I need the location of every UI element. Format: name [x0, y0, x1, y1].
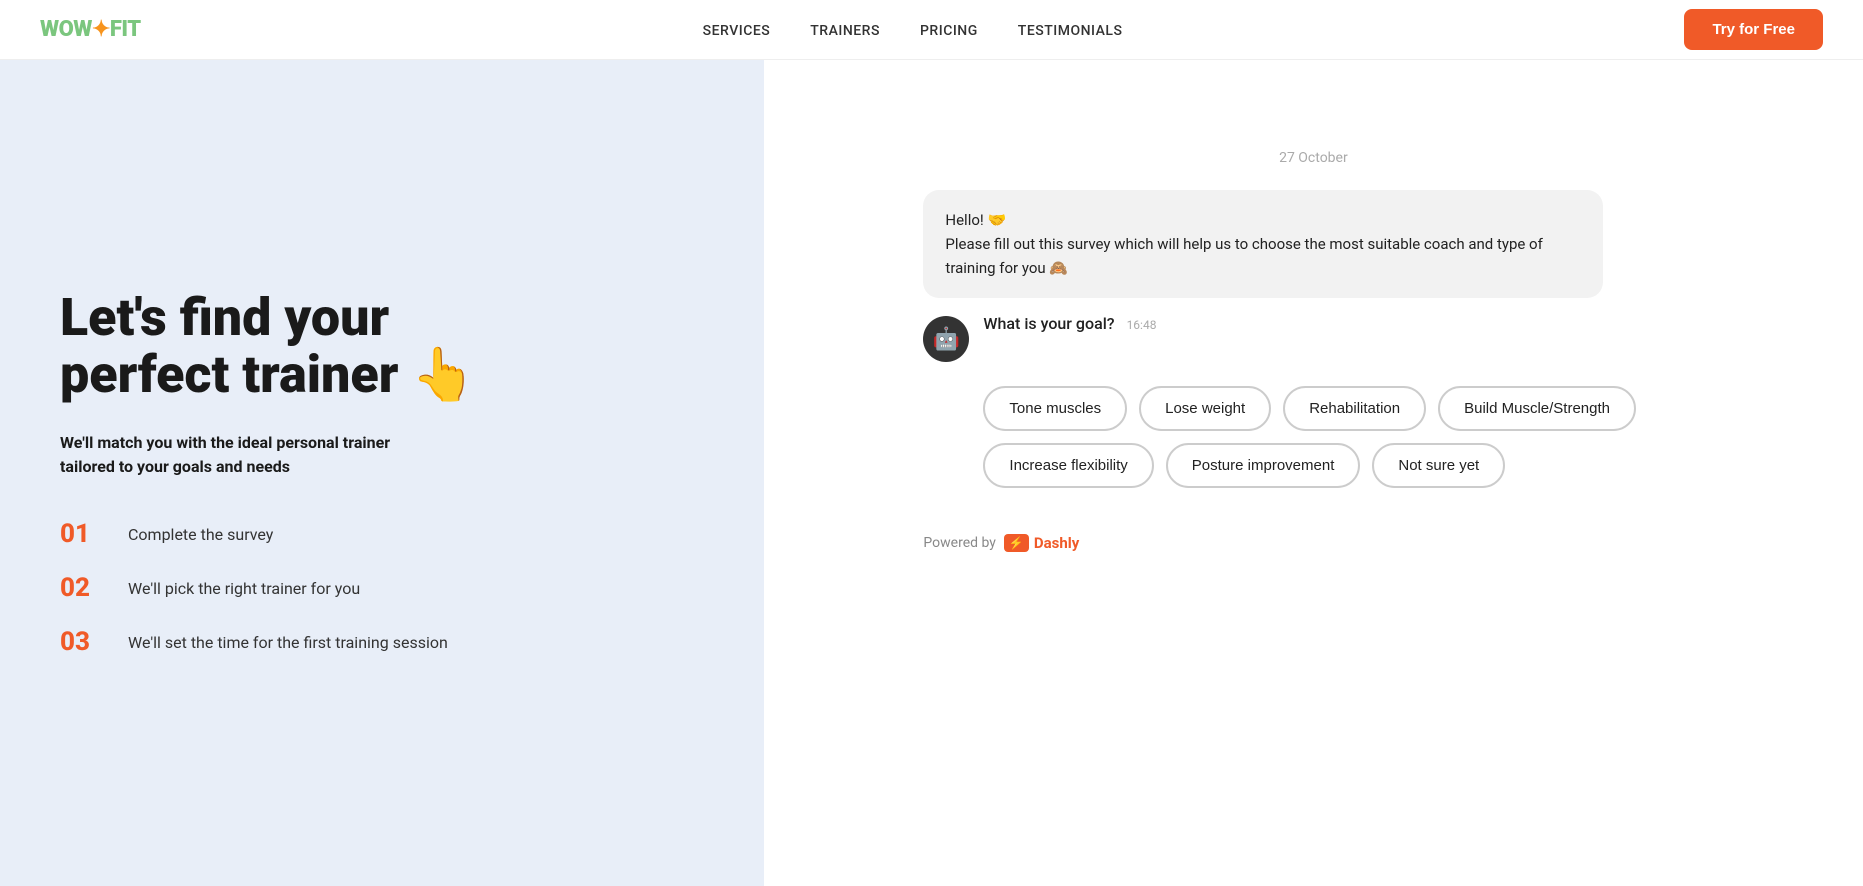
steps-list: 01 Complete the survey 02 We'll pick the…	[60, 519, 704, 657]
step-1: 01 Complete the survey	[60, 519, 704, 549]
nav-trainers[interactable]: TRAINERS	[810, 23, 880, 39]
step-num-1: 01	[60, 519, 108, 549]
hero-subtitle: We'll match you with the ideal personal …	[60, 431, 440, 479]
nav-links: SERVICES TRAINERS PRICING TESTIMONIALS	[703, 20, 1123, 39]
hero-title: Let's find your perfect trainer 👆	[60, 289, 704, 403]
nav-pricing[interactable]: PRICING	[920, 23, 978, 39]
dashly-logo: ⚡ Dashly	[1004, 534, 1079, 552]
step-num-2: 02	[60, 573, 108, 603]
powered-by: Powered by ⚡ Dashly	[923, 534, 1703, 552]
bot-avatar: 🤖	[923, 316, 969, 362]
main-layout: Let's find your perfect trainer 👆 We'll …	[0, 60, 1863, 886]
option-not-sure[interactable]: Not sure yet	[1372, 443, 1505, 488]
question-wrap: What is your goal? 16:48	[983, 314, 1156, 333]
dashly-name: Dashly	[1034, 534, 1079, 552]
chat-question: What is your goal?	[983, 314, 1114, 333]
chat-container: 27 October Hello! 🤝 Please fill out this…	[923, 90, 1703, 552]
bot-question-row: 🤖 What is your goal? 16:48	[923, 314, 1703, 362]
option-lose-weight[interactable]: Lose weight	[1139, 386, 1271, 431]
option-rehabilitation[interactable]: Rehabilitation	[1283, 386, 1426, 431]
logo: WOW✦FIT	[40, 17, 141, 42]
dashly-icon: ⚡	[1004, 534, 1029, 552]
step-3: 03 We'll set the time for the first trai…	[60, 627, 704, 657]
step-text-1: Complete the survey	[128, 525, 273, 544]
logo-wow: WOW	[40, 17, 92, 42]
step-text-2: We'll pick the right trainer for you	[128, 579, 360, 598]
welcome-bubble: Hello! 🤝 Please fill out this survey whi…	[923, 190, 1603, 298]
step-num-3: 03	[60, 627, 108, 657]
option-increase-flexibility[interactable]: Increase flexibility	[983, 443, 1153, 488]
try-free-button[interactable]: Try for Free	[1684, 9, 1823, 50]
left-panel: Let's find your perfect trainer 👆 We'll …	[0, 60, 764, 886]
goal-options: Tone muscles Lose weight Rehabilitation …	[923, 378, 1703, 488]
right-panel: 27 October Hello! 🤝 Please fill out this…	[764, 60, 1863, 886]
chat-date: 27 October	[923, 150, 1703, 166]
navbar: WOW✦FIT SERVICES TRAINERS PRICING TESTIM…	[0, 0, 1863, 60]
option-tone-muscles[interactable]: Tone muscles	[983, 386, 1127, 431]
step-2: 02 We'll pick the right trainer for you	[60, 573, 704, 603]
step-text-3: We'll set the time for the first trainin…	[128, 633, 448, 652]
nav-testimonials[interactable]: TESTIMONIALS	[1018, 23, 1123, 39]
option-posture-improvement[interactable]: Posture improvement	[1166, 443, 1361, 488]
chat-time: 16:48	[1127, 318, 1157, 332]
option-build-muscle[interactable]: Build Muscle/Strength	[1438, 386, 1636, 431]
nav-services[interactable]: SERVICES	[703, 23, 771, 39]
powered-by-text: Powered by	[923, 535, 996, 551]
